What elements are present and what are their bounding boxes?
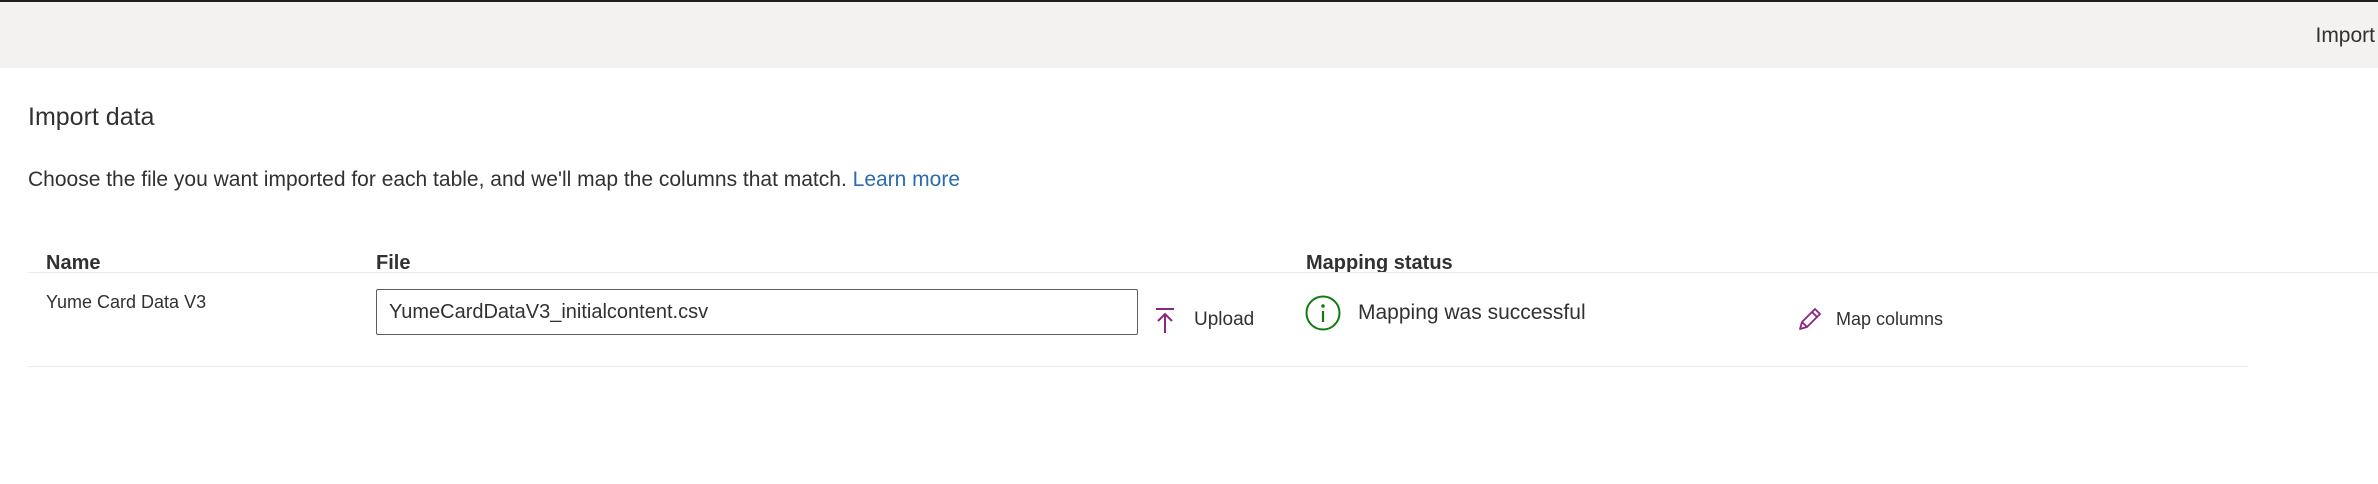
map-columns-label: Map columns — [1836, 308, 1944, 329]
mapping-status: Mapping was successful — [1304, 294, 1586, 332]
table-header: Name File Mapping status — [0, 252, 2378, 274]
description-text: Choose the file you want imported for ea… — [28, 168, 847, 191]
mapping-status-text: Mapping was successful — [1358, 301, 1586, 324]
pencil-icon — [1796, 305, 1824, 333]
row-divider — [28, 366, 2248, 367]
page-title: Import data — [28, 103, 155, 131]
header-divider — [28, 272, 2378, 273]
upload-icon — [1152, 305, 1178, 335]
map-columns-button[interactable]: Map columns — [1796, 302, 1943, 336]
learn-more-link[interactable]: Learn more — [853, 168, 960, 191]
upload-button[interactable]: Upload — [1152, 300, 1254, 340]
import-button[interactable]: Import — [2315, 24, 2375, 48]
upload-label: Upload — [1194, 309, 1255, 330]
info-circle-icon — [1304, 294, 1342, 332]
file-name-input[interactable] — [376, 289, 1138, 335]
table-name-cell: Yume Card Data V3 — [46, 292, 207, 312]
command-bar: Import — [0, 2, 2378, 68]
page-description: Choose the file you want imported for ea… — [28, 168, 960, 192]
